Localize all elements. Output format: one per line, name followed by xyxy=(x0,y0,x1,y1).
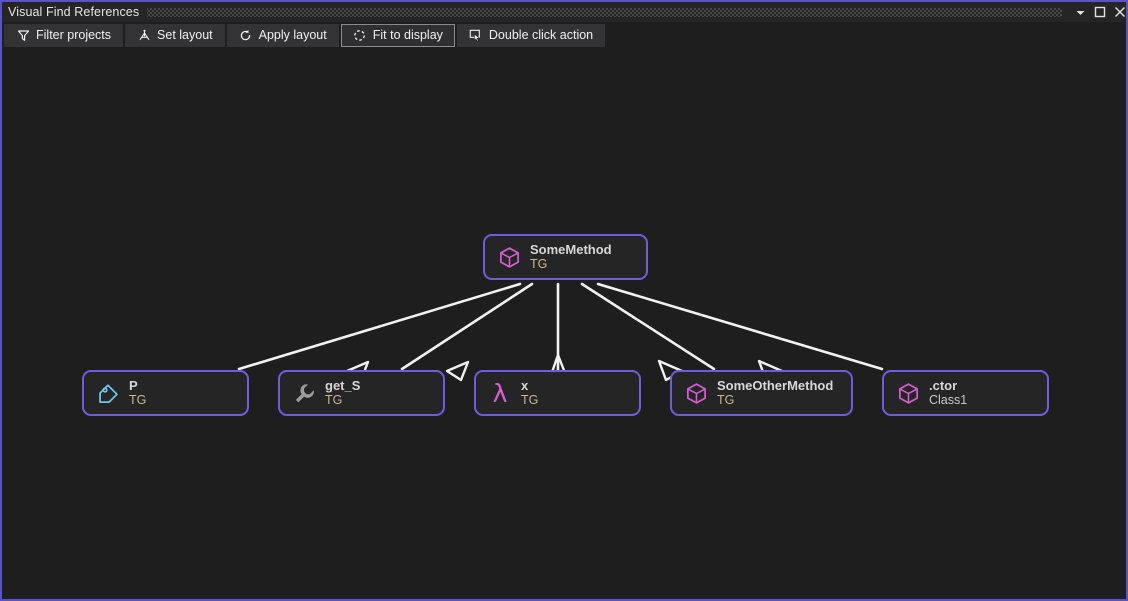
node-subtitle: TG xyxy=(717,393,735,408)
cube-icon xyxy=(896,381,920,405)
tag-icon xyxy=(96,381,120,405)
graph-node-p[interactable]: P TG xyxy=(82,370,249,416)
visual-find-references-window: Visual Find References Filter projects S… xyxy=(0,0,1128,601)
double-click-action-button[interactable]: Double click action xyxy=(456,24,606,47)
arrowhead-get-s xyxy=(445,360,470,382)
graph-canvas[interactable]: SomeMethod TG P TG get_S TG λ x TG SomeO… xyxy=(2,48,1126,599)
fit-to-display-label: Fit to display xyxy=(372,28,443,43)
apply-layout-button[interactable]: Apply layout xyxy=(226,24,339,47)
toolbar: Filter projects Set layout Apply layout xyxy=(4,24,606,47)
edge-root-to-get-s xyxy=(400,282,534,371)
graph-node-ctor[interactable]: .ctor Class1 xyxy=(882,370,1049,416)
chevron-down-icon[interactable] xyxy=(1070,2,1090,22)
graph-node-somemethod[interactable]: SomeMethod TG xyxy=(483,234,648,280)
lambda-icon: λ xyxy=(492,378,508,408)
cursor-click-icon xyxy=(469,29,483,43)
refresh-icon xyxy=(239,29,253,43)
set-layout-button[interactable]: Set layout xyxy=(125,24,225,47)
node-subtitle: TG xyxy=(521,393,539,408)
hierarchy-tree-icon xyxy=(137,29,151,43)
double-click-action-label: Double click action xyxy=(488,28,594,43)
graph-node-x[interactable]: λ x TG xyxy=(474,370,641,416)
apply-layout-label: Apply layout xyxy=(258,28,327,43)
node-title: x xyxy=(521,378,529,393)
node-title: SomeOtherMethod xyxy=(717,378,834,393)
node-subtitle: TG xyxy=(325,393,343,408)
graph-node-someothermethod[interactable]: SomeOtherMethod TG xyxy=(670,370,853,416)
fit-to-display-button[interactable]: Fit to display xyxy=(340,24,455,47)
cube-icon xyxy=(684,381,708,405)
edge-root-to-someothermethod xyxy=(580,282,716,371)
window-title: Visual Find References xyxy=(8,5,140,19)
wrench-icon xyxy=(292,381,316,405)
close-icon[interactable] xyxy=(1110,2,1126,22)
node-title: P xyxy=(129,378,138,393)
filter-projects-label: Filter projects xyxy=(36,28,112,43)
graph-node-get-s[interactable]: get_S TG xyxy=(278,370,445,416)
node-title: get_S xyxy=(325,378,361,393)
node-title: .ctor xyxy=(929,378,958,393)
maximize-icon[interactable] xyxy=(1090,2,1110,22)
filter-funnel-icon xyxy=(16,29,30,43)
set-layout-label: Set layout xyxy=(157,28,213,43)
graph-edges xyxy=(237,282,884,395)
cube-icon xyxy=(497,245,521,269)
node-subtitle: TG xyxy=(129,393,147,408)
node-subtitle: Class1 xyxy=(929,393,968,408)
edge-root-to-p xyxy=(237,282,522,371)
window-titlebar: Visual Find References xyxy=(2,2,1126,22)
fit-to-display-icon xyxy=(353,29,367,43)
node-subtitle: TG xyxy=(530,257,548,272)
filter-projects-button[interactable]: Filter projects xyxy=(4,24,124,47)
node-title: SomeMethod xyxy=(530,242,612,257)
edge-root-to-ctor xyxy=(596,282,884,371)
titlebar-grip xyxy=(147,7,1062,17)
